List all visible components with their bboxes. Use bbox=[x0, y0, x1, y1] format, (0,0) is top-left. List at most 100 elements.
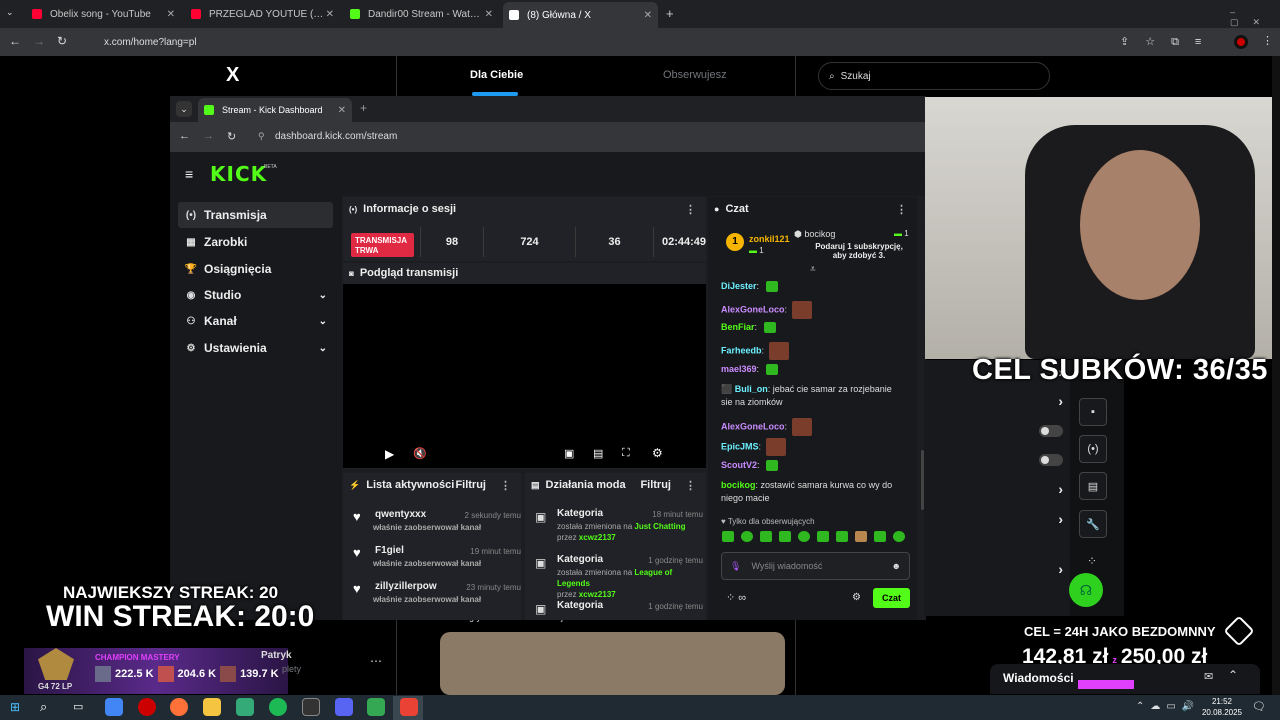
chat-username[interactable]: Farheedb bbox=[721, 345, 762, 355]
activity-item[interactable]: ♥ qwentyxxx 2 sekundy temu właśnie zaobserw… bbox=[351, 509, 521, 532]
inner-tab-kick[interactable]: Stream - Kick Dashboard ✕ bbox=[198, 98, 352, 122]
more-options-icon[interactable]: ⋮ bbox=[896, 203, 907, 216]
settings-gear-icon[interactable]: ⚙ bbox=[652, 446, 663, 460]
reload-icon[interactable]: ↻ bbox=[227, 130, 236, 143]
forward-icon[interactable]: → bbox=[33, 34, 45, 48]
chat-setting-item[interactable] bbox=[933, 453, 1063, 467]
back-icon[interactable]: ← bbox=[179, 130, 190, 142]
emote-icon[interactable] bbox=[874, 531, 886, 542]
more-options-icon[interactable]: ⋮ bbox=[685, 479, 696, 492]
new-tab-plus-icon[interactable]: + bbox=[360, 101, 367, 115]
printer-rail-button[interactable]: ▤ bbox=[1079, 472, 1107, 500]
chat-username[interactable]: DiJester bbox=[721, 281, 757, 291]
back-icon[interactable]: ← bbox=[9, 34, 21, 48]
category-link[interactable]: Just Chatting bbox=[634, 522, 685, 531]
chat-username[interactable]: ScoutV2 bbox=[721, 460, 757, 470]
x-profile-name[interactable]: Patryk bbox=[261, 650, 292, 661]
browser-tab-1[interactable]: Obelix song - YouTube ✕ bbox=[26, 4, 181, 24]
moderator-link[interactable]: xcwz2137 bbox=[579, 590, 616, 599]
tweet-image[interactable] bbox=[440, 632, 785, 695]
broadcast-rail-button[interactable]: (•) bbox=[1079, 435, 1107, 463]
miniplayer-icon[interactable]: ▣ bbox=[564, 447, 574, 460]
chat-setting-item[interactable] bbox=[933, 537, 1063, 551]
menu-dots-icon[interactable]: ⋮ bbox=[1262, 34, 1273, 47]
video-player[interactable] bbox=[343, 284, 706, 468]
browser-tab-2[interactable]: PRZEGLAD YOUTUE (DAMSKA W✕ bbox=[185, 4, 340, 24]
more-options-icon[interactable]: ⋮ bbox=[500, 479, 511, 492]
obs-taskbar-icon[interactable] bbox=[302, 698, 320, 716]
sidebar-item-transmisja[interactable]: (•) Transmisja bbox=[178, 202, 333, 228]
close-tab-icon[interactable]: ✕ bbox=[485, 9, 493, 20]
notification-icon[interactable]: 🗨 bbox=[1252, 700, 1266, 713]
browser-tab-3[interactable]: Dandir00 Stream - Watch Live o✕ bbox=[344, 4, 499, 24]
chat-message[interactable]: BenFiar: bbox=[721, 321, 901, 334]
expand-pinned-icon[interactable]: ⩡ bbox=[810, 264, 816, 275]
kick-logo[interactable]: KICK bbox=[210, 162, 267, 186]
x-search-input[interactable]: ⌕ Szukaj bbox=[818, 62, 1050, 90]
filter-button[interactable]: Filtruj bbox=[640, 479, 671, 491]
more-options-icon[interactable]: ⋯ bbox=[370, 654, 382, 668]
emote-icon[interactable] bbox=[893, 531, 905, 542]
chat-message[interactable]: Farheedb: bbox=[721, 342, 901, 360]
firefox-taskbar-icon[interactable] bbox=[170, 698, 188, 716]
emote-icon[interactable] bbox=[836, 531, 848, 542]
fullscreen-icon[interactable]: ⛶ bbox=[622, 447, 630, 460]
reload-icon[interactable]: ↻ bbox=[57, 34, 67, 48]
emote-icon[interactable] bbox=[741, 531, 753, 542]
chat-setting-item[interactable]: › bbox=[933, 481, 1063, 497]
theater-icon[interactable]: ▤ bbox=[593, 447, 603, 460]
emote-icon[interactable] bbox=[798, 531, 810, 542]
mod-action-item[interactable]: ▣ Kategoria 1 godzinę temu bbox=[533, 600, 703, 616]
window-controls[interactable]: –▢✕ bbox=[1230, 7, 1280, 28]
chat-username[interactable]: EpicJMS bbox=[721, 441, 759, 451]
address-bar[interactable]: x.com/home?lang=pl bbox=[84, 32, 1164, 52]
microphone-icon[interactable]: 🎙 bbox=[730, 561, 741, 572]
forward-icon[interactable]: → bbox=[203, 130, 214, 142]
discord-taskbar-icon[interactable] bbox=[335, 698, 353, 716]
task-view-icon[interactable]: ▭ bbox=[73, 700, 83, 713]
profile-avatar[interactable] bbox=[1234, 35, 1248, 49]
messages-label[interactable]: Wiadomości bbox=[1003, 671, 1074, 685]
toolbar-actions-icons[interactable]: ⇪☆⧉≡ bbox=[1120, 35, 1217, 49]
close-tab-icon[interactable]: ✕ bbox=[338, 105, 346, 116]
filter-button[interactable]: Filtruj bbox=[455, 479, 486, 491]
chat-setting-item[interactable]: › bbox=[933, 511, 1063, 527]
chat-username[interactable]: Buli_on bbox=[735, 384, 768, 394]
tab-list-chevron-icon[interactable]: ⌄ bbox=[6, 7, 14, 18]
chat-setting-item[interactable]: › bbox=[933, 561, 1063, 577]
chat-username[interactable]: AlexGoneLoco bbox=[721, 421, 785, 431]
browser-tab-4-active[interactable]: (8) Główna / X ✕ bbox=[503, 2, 658, 28]
close-tab-icon[interactable]: ✕ bbox=[326, 9, 334, 20]
chat-bubble-rail-button[interactable]: ▪ bbox=[1079, 398, 1107, 426]
chat-setting-item[interactable] bbox=[933, 424, 1063, 438]
emote-icon[interactable] bbox=[760, 531, 772, 542]
sidebar-item-kanal[interactable]: ⚇ Kanał ⌄ bbox=[178, 308, 333, 334]
new-tab-plus-icon[interactable]: + bbox=[666, 6, 674, 21]
search-icon[interactable]: ⌕ bbox=[40, 699, 47, 715]
spotify-taskbar-icon[interactable] bbox=[269, 698, 287, 716]
tab-search-chevron-icon[interactable]: ⌄ bbox=[176, 101, 192, 117]
mute-icon[interactable]: 🔇 bbox=[413, 447, 427, 460]
more-options-icon[interactable]: ⋮ bbox=[685, 203, 696, 216]
emote-icon[interactable] bbox=[722, 531, 734, 542]
x-logo-icon[interactable]: X bbox=[226, 64, 239, 87]
chat-username[interactable]: bocikog bbox=[721, 480, 756, 490]
chat-message[interactable]: ⬛ Buli_on: jebać cie samar za rozjebanie… bbox=[721, 383, 901, 409]
support-headset-button[interactable]: ☊ bbox=[1069, 573, 1103, 607]
chat-message[interactable]: mael369: bbox=[721, 363, 901, 376]
file-explorer-icon[interactable] bbox=[203, 698, 221, 716]
site-info-icon[interactable]: ⚲ bbox=[258, 131, 265, 142]
inner-url-text[interactable]: dashboard.kick.com/stream bbox=[275, 131, 397, 142]
emote-icon[interactable] bbox=[817, 531, 829, 542]
sidebar-item-ustawienia[interactable]: ⚙ Ustawienia ⌄ bbox=[178, 335, 333, 361]
chat-message[interactable]: ScoutV2: bbox=[721, 459, 901, 472]
chat-message[interactable]: AlexGoneLoco: bbox=[721, 418, 901, 436]
page-scrollbar[interactable] bbox=[1272, 56, 1280, 695]
toggle-switch[interactable] bbox=[1039, 425, 1063, 437]
activity-item[interactable]: ♥ zillyzillerpow 23 minuty temu właśnie zao… bbox=[351, 581, 521, 604]
chat-message[interactable]: AlexGoneLoco: bbox=[721, 301, 901, 319]
clock-date[interactable]: 20.08.2025 bbox=[1200, 708, 1244, 717]
chrome-taskbar-icon[interactable] bbox=[105, 698, 123, 716]
chat-setting-item[interactable]: › bbox=[933, 393, 1063, 409]
new-message-icon[interactable]: ✉ bbox=[1204, 670, 1213, 683]
